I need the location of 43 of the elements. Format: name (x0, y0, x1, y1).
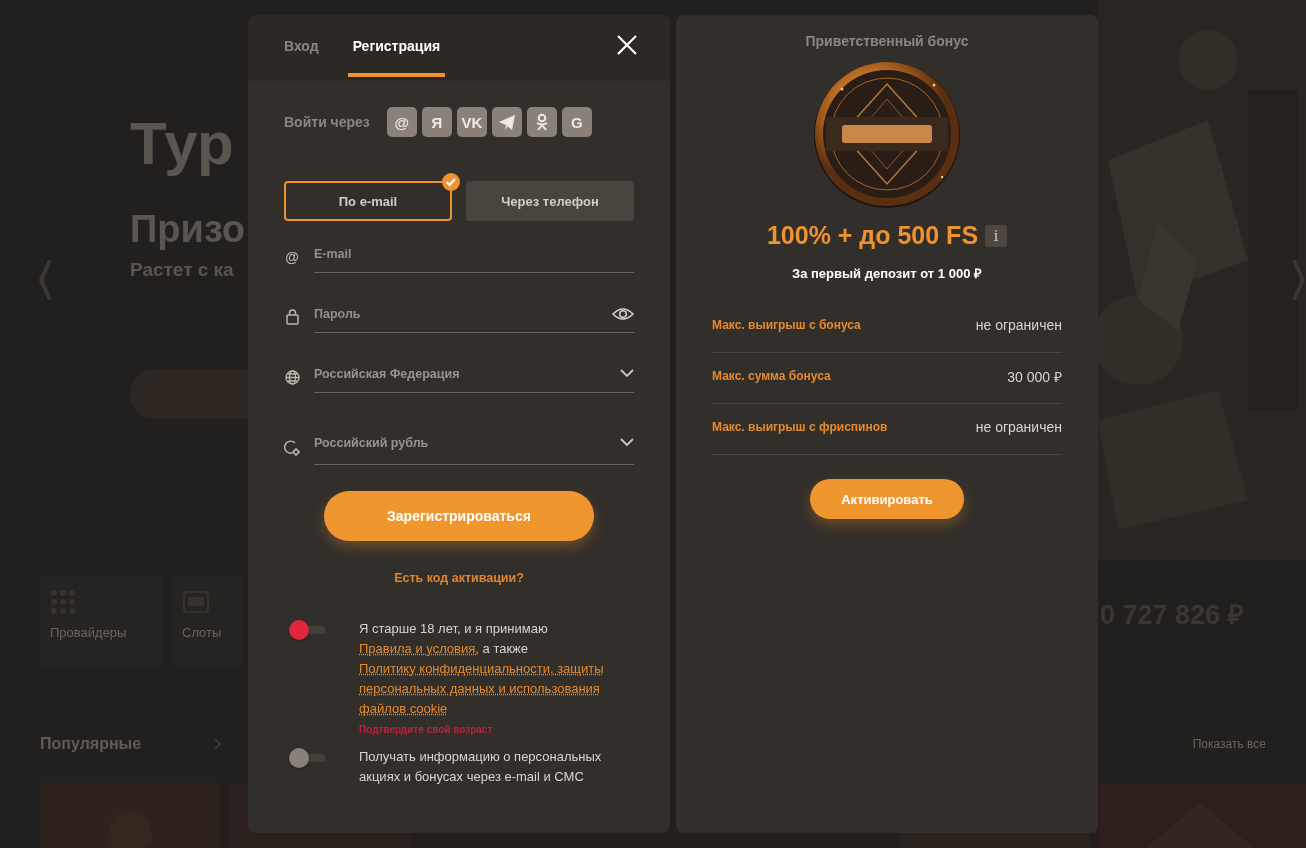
social-login-button[interactable]: @ (386, 107, 417, 137)
prize-title: Призо (130, 208, 246, 251)
at-sign-icon: @ (285, 249, 299, 265)
consent-text: Я старше 18 лет, и я принимаю Правила и условия, а также Политику конфиденциальности, защиты персональных данных и использования файлов cookie (359, 619, 629, 719)
social-login-button[interactable]: Я (421, 107, 452, 137)
bonus-condition: За первый депозит от 1 000 ₽ (791, 265, 983, 282)
register-button[interactable]: Зарегистрироваться (324, 491, 594, 541)
tile-label: Провайдеры (50, 625, 128, 640)
tab[interactable]: Вход (279, 15, 324, 77)
activate-button[interactable]: Активировать (810, 479, 964, 519)
password-field[interactable]: Пароль (314, 306, 612, 321)
social-login-button[interactable]: VK (456, 107, 487, 137)
show-all-link[interactable]: Показать все (1192, 737, 1266, 751)
prize-caption: Растет с ка (130, 259, 234, 281)
select-field[interactable]: Российская Федерация (314, 357, 634, 393)
hero-title: Тур (130, 109, 234, 179)
term-value: не ограничен (975, 419, 1062, 435)
term-value: 30 000 ₽ (1007, 367, 1062, 386)
text-link[interactable]: Политику конфиденциальности, защиты (359, 659, 604, 679)
activation-code-link[interactable]: Есть код активации? (394, 571, 524, 585)
category-tile[interactable]: Слоты (172, 575, 242, 667)
text-link[interactable]: Правила и условия, (359, 639, 479, 659)
tile-label: Слоты (182, 625, 223, 640)
bonus-offer: 100% + до 500 FS (766, 221, 979, 250)
error-message: Подтвердите свой возраст (359, 723, 494, 737)
select-field[interactable]: Российский рубль (314, 423, 634, 465)
social-login-label: Войти через (284, 114, 370, 130)
consent-text: Получать информацию о персональных акциях и бонусах через e-mail и СМС (359, 748, 603, 786)
term-label: Макс. сумма бонуса (712, 369, 831, 383)
section-title: Популярные (40, 735, 142, 753)
info-button[interactable]: i (985, 224, 1008, 247)
category-tile[interactable]: Провайдеры (40, 575, 162, 667)
term-label: Макс. выигрыш с бонуса (712, 318, 861, 332)
text-link[interactable]: файлов cookie (359, 699, 448, 719)
social-login-button[interactable]: G (561, 107, 592, 137)
tab[interactable]: Регистрация (347, 15, 446, 77)
email-field[interactable]: E-mail (314, 246, 634, 261)
term-label: Макс. выигрыш с фриспинов (712, 420, 888, 434)
bonus-title: Приветственный бонус (804, 33, 970, 49)
term-value: не ограничен (975, 317, 1062, 333)
method-tab[interactable]: По e-mail (284, 181, 452, 221)
text-link[interactable]: персональных данных и использования (359, 679, 600, 699)
method-tab[interactable]: Через телефон (466, 181, 634, 221)
